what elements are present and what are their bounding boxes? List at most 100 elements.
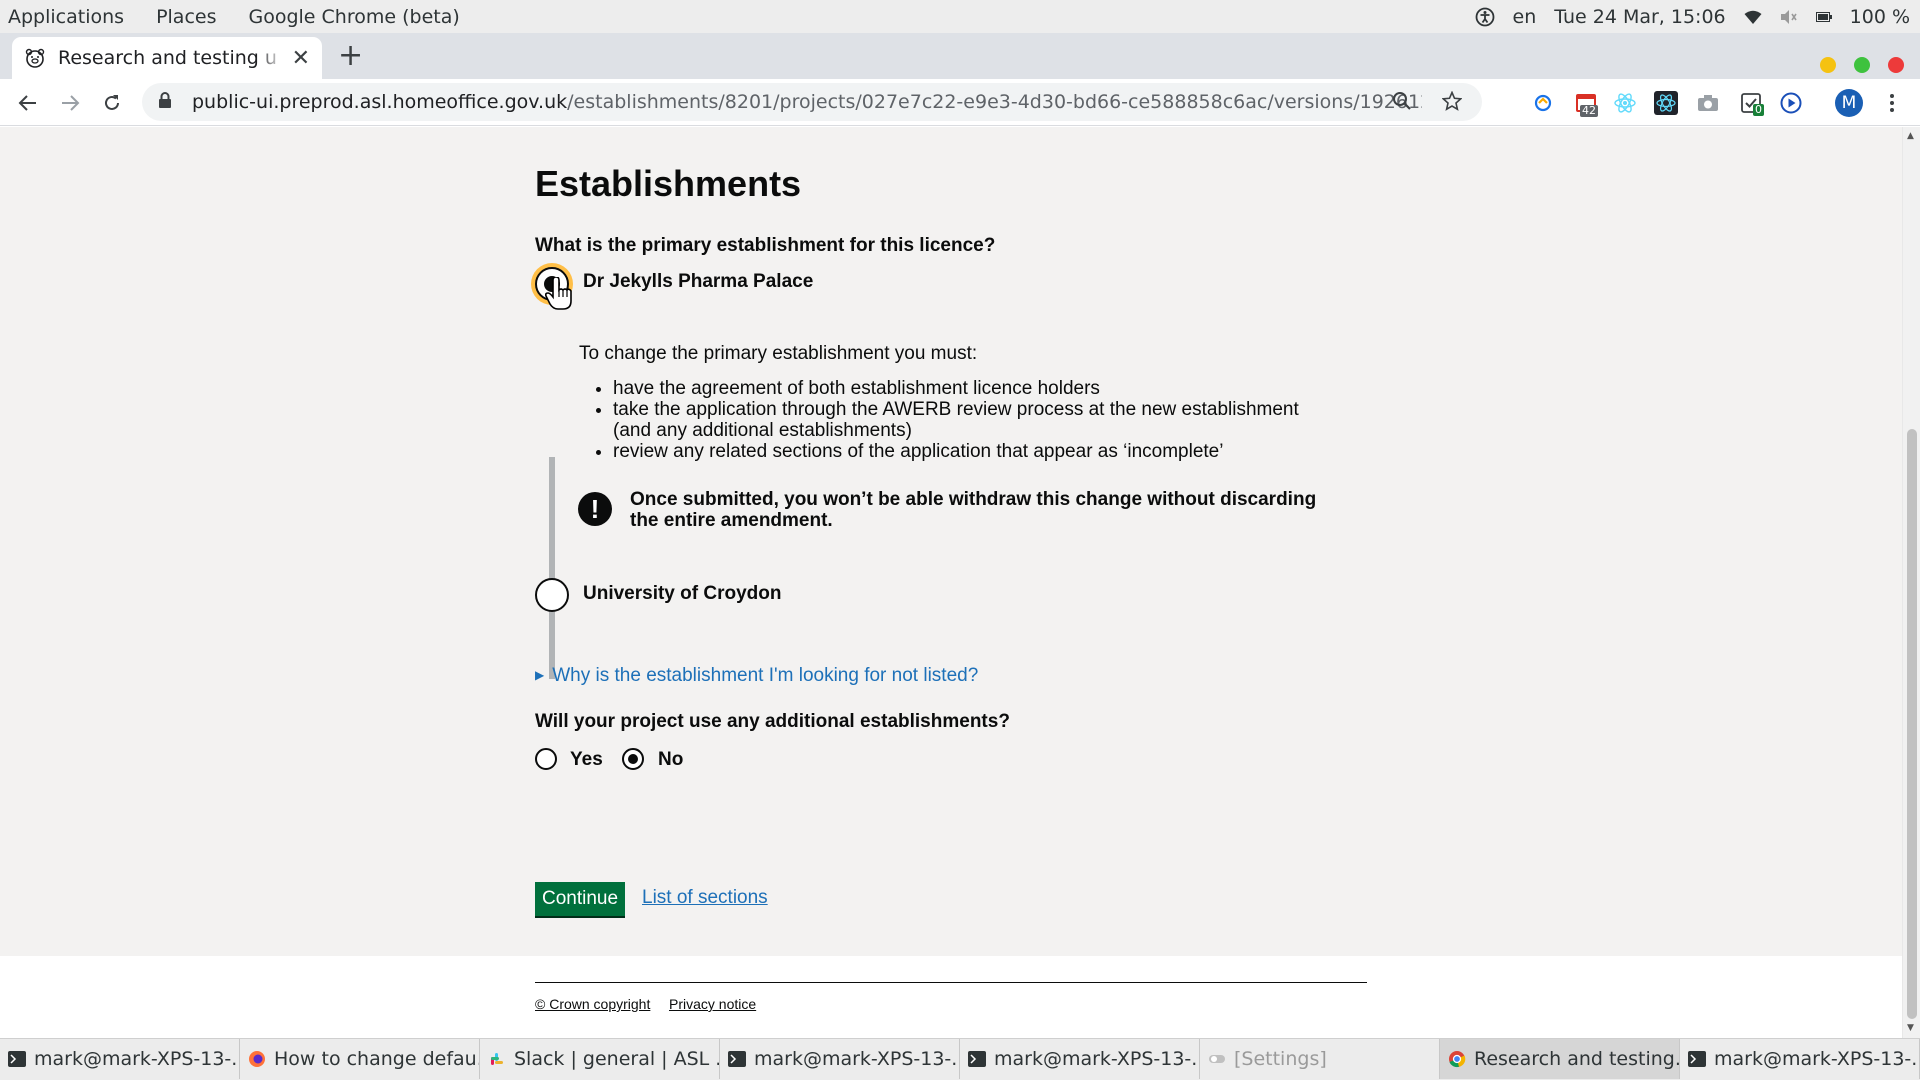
list-of-sections-link[interactable]: List of sections <box>642 887 768 909</box>
additional-establishments-question: Will your project use any additional est… <box>535 711 1010 732</box>
primary-establishment-question: What is the primary establishment for th… <box>535 235 996 256</box>
page-footer: © Crown copyright Privacy notice <box>0 956 1902 1038</box>
react-devtools-dark-icon[interactable] <box>1654 91 1678 115</box>
slack-icon <box>488 1050 506 1068</box>
warning-exclamation-icon: ! <box>578 492 612 526</box>
extension-badge-zero: 0 <box>1753 103 1764 116</box>
react-devtools-icon[interactable] <box>1613 91 1637 115</box>
browser-tab-active[interactable]: Research and testing u ✕ <box>12 37 322 79</box>
warning-text: Once submitted, you won’t be able withdr… <box>630 489 1317 531</box>
pig-favicon-icon <box>24 47 46 69</box>
bookmark-star-icon[interactable] <box>1441 90 1463 115</box>
radio-label-university-of-croydon[interactable]: University of Croydon <box>583 583 781 605</box>
clock[interactable]: Tue 24 Mar, 15:06 <box>1554 6 1725 28</box>
page-title: Establishments <box>535 163 802 204</box>
terminal-icon <box>1688 1050 1706 1068</box>
profile-avatar[interactable]: M <box>1835 89 1863 117</box>
scrollbar-thumb[interactable] <box>1907 429 1917 1019</box>
tab-close-icon[interactable]: ✕ <box>292 46 310 71</box>
maximize-window-button[interactable] <box>1854 57 1870 73</box>
browser-toolbar: public-ui.preprod.asl.homeoffice.gov.uk/… <box>0 79 1920 126</box>
active-app-menu[interactable]: Google Chrome (beta) <box>240 6 459 28</box>
radio-university-of-croydon[interactable] <box>535 578 569 612</box>
hand-cursor-icon <box>544 276 575 316</box>
tab-strip: Research and testing u ✕ + <box>0 33 1920 79</box>
list-item: review any related sections of the appli… <box>613 441 1333 462</box>
taskbar-item-terminal-2[interactable]: mark@mark-XPS-13-... <box>720 1039 960 1079</box>
privacy-notice-link[interactable]: Privacy notice <box>669 996 756 1012</box>
forward-arrow-icon[interactable] <box>55 88 85 118</box>
system-top-bar: Applications Places Google Chrome (beta)… <box>0 0 1920 33</box>
wifi-icon[interactable] <box>1744 9 1762 25</box>
conditional-intro: To change the primary establishment you … <box>579 343 978 364</box>
taskbar-item-terminal-3[interactable]: mark@mark-XPS-13-... <box>960 1039 1200 1079</box>
page-viewport: Establishments What is the primary estab… <box>0 127 1902 1038</box>
lock-icon[interactable] <box>158 91 176 113</box>
caret-right-icon: ▶ <box>535 668 545 682</box>
address-bar[interactable]: public-ui.preprod.asl.homeoffice.gov.uk/… <box>142 83 1482 121</box>
page-scrollbar[interactable]: ▲ ▼ <box>1902 127 1920 1038</box>
url-text[interactable]: public-ui.preprod.asl.homeoffice.gov.uk/… <box>192 91 1422 113</box>
radio-label-dr-jekylls[interactable]: Dr Jekylls Pharma Palace <box>583 271 813 293</box>
taskbar-label: mark@mark-XPS-13-... <box>994 1048 1200 1070</box>
back-arrow-icon[interactable] <box>13 88 43 118</box>
battery-icon[interactable] <box>1815 11 1832 22</box>
crown-copyright-link[interactable]: © Crown copyright <box>535 996 650 1012</box>
terminal-icon <box>728 1050 746 1068</box>
chrome-menu-icon[interactable] <box>1880 91 1904 115</box>
zoom-magnifier-icon[interactable] <box>1392 91 1412 115</box>
taskbar-label: mark@mark-XPS-13-... <box>1714 1048 1920 1070</box>
taskbar-item-settings[interactable]: [Settings] <box>1200 1039 1440 1079</box>
footer-divider <box>535 982 1367 983</box>
taskbar-label: How to change defau... <box>274 1048 480 1070</box>
taskbar-label: Research and testing... <box>1474 1048 1680 1070</box>
window-taskbar: mark@mark-XPS-13-... How to change defau… <box>0 1038 1920 1080</box>
continue-button[interactable]: Continue <box>535 882 625 916</box>
conditional-reveal-border <box>549 457 555 679</box>
url-host: public-ui.preprod.asl.homeoffice.gov.uk <box>192 91 568 113</box>
taskbar-item-firefox[interactable]: How to change defau... <box>240 1039 480 1079</box>
details-summary[interactable]: ▶ Why is the establishment I'm looking fo… <box>535 665 978 687</box>
accessibility-icon[interactable] <box>1475 7 1495 27</box>
battery-percent: 100 % <box>1849 5 1910 28</box>
radio-yes[interactable] <box>535 748 557 770</box>
close-window-button[interactable] <box>1888 57 1904 73</box>
applications-menu[interactable]: Applications <box>0 6 124 28</box>
new-tab-plus-icon[interactable]: + <box>338 41 363 71</box>
scroll-down-arrow-icon[interactable]: ▼ <box>1907 1023 1914 1033</box>
terminal-icon <box>8 1050 26 1068</box>
taskbar-item-slack[interactable]: Slack | general | ASL ... <box>480 1039 720 1079</box>
chrome-icon <box>1448 1050 1466 1068</box>
taskbar-label: mark@mark-XPS-13-... <box>754 1048 960 1070</box>
play-circle-icon[interactable] <box>1779 91 1803 115</box>
extension-checklist-icon[interactable]: 0 <box>1739 91 1764 116</box>
minimize-window-button[interactable] <box>1820 57 1836 73</box>
details-summary-text[interactable]: Why is the establishment I'm looking for… <box>552 665 978 686</box>
extension-calendar-icon[interactable]: 42 <box>1574 91 1598 117</box>
list-item: take the application through the AWERB r… <box>613 399 1333 441</box>
requirements-list: have the agreement of both establishment… <box>613 378 1333 462</box>
radio-label-yes[interactable]: Yes <box>570 749 603 771</box>
taskbar-label: mark@mark-XPS-13-... <box>34 1048 240 1070</box>
radio-label-no[interactable]: No <box>658 749 683 771</box>
keyboard-language[interactable]: en <box>1513 6 1537 28</box>
taskbar-label: Slack | general | ASL ... <box>514 1048 720 1070</box>
volume-muted-icon[interactable] <box>1780 9 1798 25</box>
firefox-icon <box>248 1050 266 1068</box>
settings-icon <box>1208 1050 1226 1068</box>
taskbar-item-chrome[interactable]: Research and testing... <box>1440 1039 1680 1079</box>
terminal-icon <box>968 1050 986 1068</box>
extension-badge-count: 42 <box>1580 104 1598 117</box>
list-item: have the agreement of both establishment… <box>613 378 1333 399</box>
scroll-up-arrow-icon[interactable]: ▲ <box>1907 131 1914 141</box>
extension-sync-icon[interactable] <box>1531 91 1555 115</box>
url-path: /establishments/8201/projects/027e7c22-e… <box>567 91 1422 113</box>
radio-no[interactable] <box>622 748 644 770</box>
reload-icon[interactable] <box>97 88 127 118</box>
camera-icon[interactable] <box>1696 91 1720 115</box>
taskbar-item-terminal-4[interactable]: mark@mark-XPS-13-... <box>1680 1039 1920 1079</box>
places-menu[interactable]: Places <box>148 6 216 28</box>
taskbar-label: [Settings] <box>1234 1048 1327 1070</box>
taskbar-item-terminal-1[interactable]: mark@mark-XPS-13-... <box>0 1039 240 1079</box>
tab-title: Research and testing u <box>58 47 277 69</box>
